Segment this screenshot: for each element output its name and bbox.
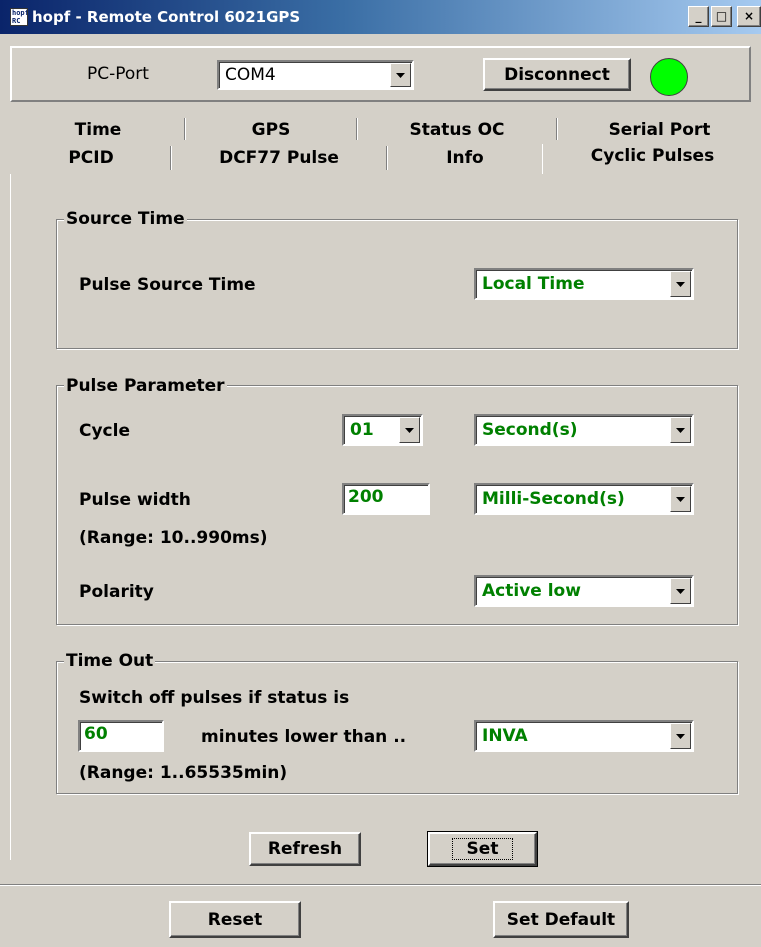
- tab-row-1: Time GPS Status OC Serial Port: [12, 118, 761, 144]
- pulse-width-label: Pulse width: [79, 490, 191, 510]
- cycle-label: Cycle: [79, 421, 130, 441]
- tab-cyclic-pulses[interactable]: Cyclic Pulses: [544, 146, 761, 166]
- pulse-width-unit-select[interactable]: Milli-Second(s): [474, 483, 694, 515]
- minimize-button[interactable]: _: [688, 6, 709, 27]
- reset-button[interactable]: Reset: [169, 901, 301, 938]
- pc-port-label: PC-Port: [87, 64, 149, 84]
- window-title: hopf - Remote Control 6021GPS: [32, 8, 301, 26]
- tab-time[interactable]: Time: [12, 120, 184, 140]
- chevron-down-icon[interactable]: [390, 63, 411, 87]
- set-label: Set: [451, 838, 514, 860]
- set-default-label: Set Default: [506, 909, 616, 930]
- cycle-unit-value: Second(s): [482, 420, 578, 440]
- chevron-down-icon[interactable]: [670, 271, 691, 297]
- polarity-label: Polarity: [79, 582, 154, 602]
- disconnect-label: Disconnect: [504, 64, 610, 85]
- connection-status-indicator: [650, 58, 688, 96]
- polarity-value: Active low: [482, 581, 581, 601]
- tab-status-oc[interactable]: Status OC: [358, 120, 556, 140]
- time-out-status-value: INVA: [482, 726, 528, 746]
- chevron-down-icon[interactable]: [399, 417, 420, 443]
- refresh-label: Refresh: [267, 839, 343, 859]
- time-out-minutes-input[interactable]: 60: [78, 720, 164, 752]
- pc-port-select[interactable]: COM4: [217, 60, 414, 90]
- app-icon: hopf RC: [10, 8, 28, 26]
- connection-panel: PC-Port COM4 Disconnect: [10, 46, 751, 102]
- pulse-source-time-select[interactable]: Local Time: [474, 268, 694, 300]
- pulse-width-input[interactable]: 200: [342, 483, 430, 515]
- title-bar[interactable]: hopf RC hopf - Remote Control 6021GPS _ …: [0, 0, 761, 34]
- time-out-range: (Range: 1..65535min): [79, 763, 288, 783]
- chevron-down-icon[interactable]: [670, 417, 691, 443]
- refresh-button[interactable]: Refresh: [249, 832, 361, 866]
- time-out-status-select[interactable]: INVA: [474, 720, 694, 752]
- reset-label: Reset: [207, 909, 263, 930]
- chevron-down-icon[interactable]: [670, 723, 691, 749]
- minimize-icon: _: [695, 9, 702, 23]
- close-icon: ×: [743, 9, 755, 23]
- set-button[interactable]: Set: [427, 831, 538, 867]
- tab-info[interactable]: Info: [388, 148, 542, 168]
- tab-serial-port[interactable]: Serial Port: [558, 120, 761, 140]
- close-button[interactable]: ×: [737, 6, 761, 27]
- maximize-icon: □: [715, 9, 728, 23]
- tab-row-2: PCID DCF77 Pulse Info Cyclic Pulses: [12, 144, 761, 174]
- tab-dcf77-pulse[interactable]: DCF77 Pulse: [172, 148, 386, 168]
- chevron-down-icon[interactable]: [670, 578, 691, 604]
- cycle-unit-select[interactable]: Second(s): [474, 414, 694, 446]
- pulse-parameter-title: Pulse Parameter: [64, 376, 227, 396]
- cycle-value: 01: [350, 420, 374, 440]
- tab-separator: [542, 144, 543, 174]
- tab-pcid[interactable]: PCID: [12, 148, 170, 168]
- pulse-source-time-value: Local Time: [482, 274, 585, 294]
- polarity-select[interactable]: Active low: [474, 575, 694, 607]
- bottom-separator: [0, 884, 761, 886]
- cycle-select[interactable]: 01: [342, 414, 423, 446]
- chevron-down-icon[interactable]: [670, 486, 691, 512]
- source-time-title: Source Time: [64, 209, 187, 229]
- minutes-lower-than-label: minutes lower than ..: [201, 727, 407, 747]
- maximize-button[interactable]: □: [711, 6, 732, 27]
- pulse-width-unit-value: Milli-Second(s): [482, 489, 625, 509]
- pulse-source-time-label: Pulse Source Time: [79, 275, 256, 295]
- time-out-description: Switch off pulses if status is: [79, 688, 350, 708]
- pulse-width-range: (Range: 10..990ms): [79, 528, 268, 548]
- pc-port-value: COM4: [225, 65, 276, 85]
- tab-gps[interactable]: GPS: [186, 120, 356, 140]
- disconnect-button[interactable]: Disconnect: [483, 58, 631, 91]
- set-default-button[interactable]: Set Default: [493, 901, 629, 938]
- time-out-title: Time Out: [64, 651, 156, 671]
- tab-page-cyclic-pulses: Source Time Pulse Source Time Local Time…: [10, 174, 761, 867]
